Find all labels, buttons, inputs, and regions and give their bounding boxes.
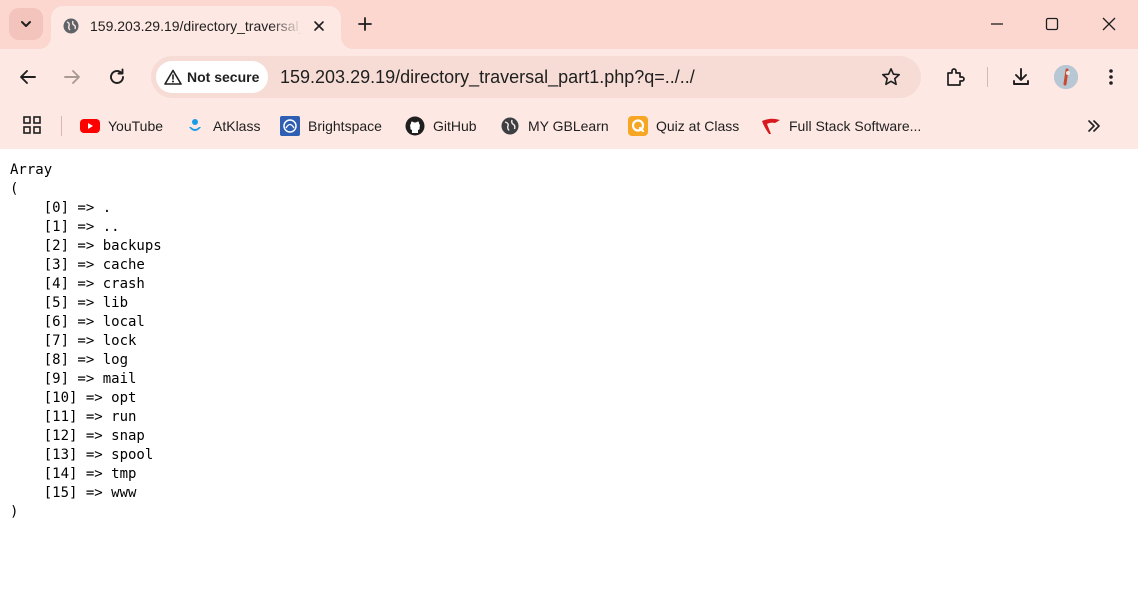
profile-avatar[interactable] — [1054, 65, 1078, 89]
puzzle-icon — [947, 68, 965, 86]
atklass-icon — [185, 116, 205, 136]
tab-title: 159.203.29.19/directory_traversal_part1.… — [90, 18, 302, 34]
bookmark-label: Quiz at Class — [656, 118, 740, 134]
bookmark-label: MY GBLearn — [528, 118, 609, 134]
bookmark-label: Brightspace — [308, 118, 382, 134]
maximize-icon — [1045, 17, 1059, 31]
menu-button[interactable] — [1095, 61, 1127, 93]
arrow-right-icon — [64, 70, 80, 84]
more-bookmarks-button[interactable] — [1083, 115, 1105, 137]
brightspace-icon — [280, 116, 300, 136]
bookmark-brightspace[interactable]: Brightspace — [280, 113, 382, 139]
bookmark-label: GitHub — [433, 118, 477, 134]
extensions-button[interactable] — [939, 61, 971, 93]
fullstack-icon — [761, 116, 781, 136]
toolbar: Not secure 159.203.29.19/directory_trave… — [0, 49, 1138, 105]
bookmark-github[interactable]: GitHub — [405, 113, 477, 139]
plus-icon — [358, 17, 372, 31]
quiz-icon — [628, 116, 648, 136]
chevron-down-icon — [21, 21, 31, 27]
url-text[interactable]: 159.203.29.19/directory_traversal_part1.… — [280, 66, 695, 88]
download-icon — [1013, 68, 1029, 85]
bookmark-my-gblearn[interactable]: MY GBLearn — [500, 113, 609, 139]
github-icon — [405, 116, 425, 136]
star-icon — [882, 68, 900, 86]
tab-strip: 159.203.29.19/directory_traversal_part1.… — [0, 0, 1138, 49]
globe-icon — [63, 18, 79, 34]
active-tab[interactable]: 159.203.29.19/directory_traversal_part1.… — [51, 6, 341, 49]
toolbar-divider — [987, 67, 988, 87]
bookmark-star-button[interactable] — [879, 65, 903, 89]
forward-button[interactable] — [56, 61, 88, 93]
minimize-button[interactable] — [985, 12, 1009, 36]
bookmarks-bar: YouTube AtKlass Brightspace GitHub MY GB… — [0, 105, 1138, 149]
warning-icon — [164, 69, 182, 85]
bookmark-youtube[interactable]: YouTube — [80, 113, 163, 139]
more-vert-icon — [1109, 69, 1113, 85]
tab-search-button[interactable] — [9, 8, 43, 40]
globe-icon — [500, 116, 520, 136]
new-tab-button[interactable] — [353, 12, 377, 36]
youtube-icon — [80, 116, 100, 136]
address-bar[interactable]: Not secure 159.203.29.19/directory_trave… — [151, 56, 921, 98]
security-chip[interactable]: Not secure — [156, 61, 268, 93]
tab-close-button[interactable] — [309, 16, 329, 36]
page-content: Array ( [0] => . [1] => .. [2] => backup… — [0, 149, 1138, 606]
bookmark-quiz-at-class[interactable]: Quiz at Class — [628, 113, 739, 139]
array-output: Array ( [0] => . [1] => .. [2] => backup… — [10, 162, 162, 520]
apps-grid-icon[interactable] — [22, 115, 42, 135]
maximize-button[interactable] — [1040, 12, 1064, 36]
reload-button[interactable] — [101, 61, 133, 93]
bookmark-label: AtKlass — [213, 118, 261, 134]
bookmark-full-stack-software[interactable]: Full Stack Software... — [761, 113, 921, 139]
chevron-double-right-icon — [1088, 120, 1100, 132]
bookmark-label: YouTube — [108, 118, 164, 134]
bookmark-label: Full Stack Software... — [789, 118, 922, 134]
arrow-left-icon — [20, 70, 36, 84]
reload-icon — [110, 68, 124, 84]
avatar-icon — [1054, 65, 1078, 89]
downloads-button[interactable] — [1005, 61, 1037, 93]
close-window-button[interactable] — [1097, 12, 1121, 36]
close-icon — [314, 21, 324, 31]
minimize-icon — [991, 23, 1003, 25]
security-label: Not secure — [187, 69, 260, 85]
bookmark-atklass[interactable]: AtKlass — [185, 113, 260, 139]
close-icon — [1102, 17, 1116, 31]
bookmarks-divider — [61, 116, 62, 136]
back-button[interactable] — [12, 61, 44, 93]
